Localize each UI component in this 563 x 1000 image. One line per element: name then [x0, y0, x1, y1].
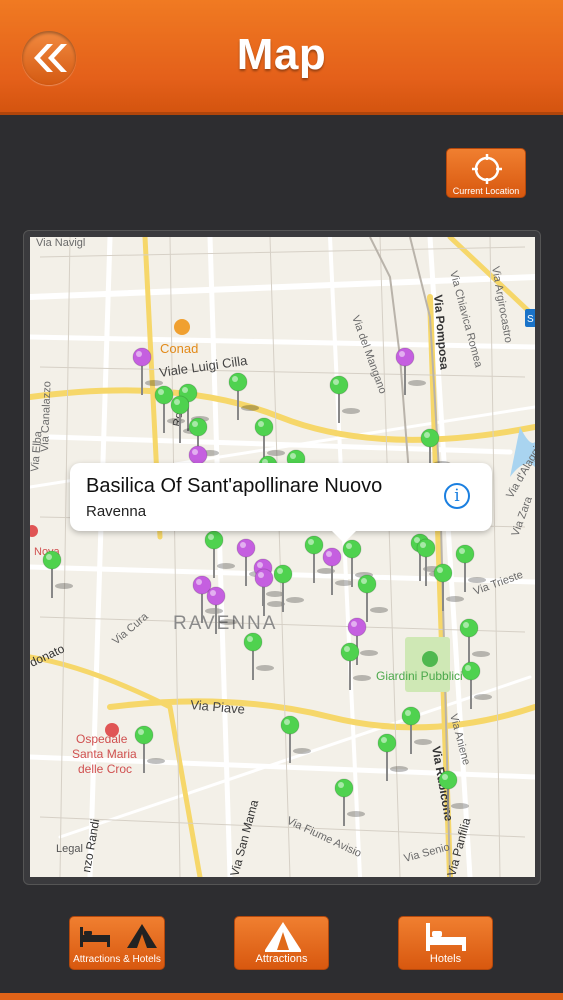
road-label: Via Cura: [110, 610, 151, 647]
current-location-label: Current Location: [452, 186, 520, 196]
map-view[interactable]: Via Navigl Conad Viale Luigi Cilla Rossi…: [30, 237, 535, 877]
map-pin[interactable]: [228, 372, 259, 420]
page-title: Map: [236, 30, 327, 79]
legal-link[interactable]: Legal: [56, 843, 83, 855]
hospital-icon: [105, 723, 119, 737]
poi-label: Giardini Pubblici: [376, 669, 463, 683]
tab-hotels[interactable]: Hotels: [398, 916, 493, 970]
callout-title: Basilica Of Sant'apollinare Nuovo: [86, 475, 383, 497]
map-pin[interactable]: [401, 706, 432, 754]
bottom-bar: [0, 993, 563, 1000]
tab-label: Hotels: [429, 953, 462, 965]
header-bar: Map: [0, 0, 563, 115]
road-label: Via Elba: [30, 430, 45, 473]
poi-label: Santa Maria: [72, 747, 137, 761]
map-pin[interactable]: [42, 550, 73, 598]
road-label: Via Senio: [403, 841, 451, 865]
route-sign-label: S: [527, 314, 534, 325]
poi-label: Ospedale: [76, 732, 128, 746]
hospital-icon: [30, 525, 38, 537]
map-pin[interactable]: [334, 778, 365, 826]
callout-subtitle: Ravenna: [86, 503, 147, 520]
info-icon[interactable]: i: [444, 483, 470, 509]
poi-label: Conad: [160, 341, 198, 356]
bed-icon: [80, 927, 110, 947]
map-pin[interactable]: [461, 661, 492, 709]
tab-attractions-and-hotels[interactable]: Attractions & Hotels: [69, 916, 165, 970]
crosshair-icon: [472, 154, 502, 184]
tab-attractions[interactable]: Attractions: [234, 916, 329, 970]
tab-label: Attractions: [255, 953, 308, 965]
tent-icon: [127, 924, 157, 948]
current-location-button[interactable]: Current Location: [446, 148, 526, 198]
road-label: Via Fiume Avisio: [285, 815, 363, 860]
map-pin[interactable]: [329, 375, 360, 423]
poi-label: delle Croc: [78, 762, 132, 776]
road-label: Via Navigl: [36, 237, 85, 249]
tab-label: Attractions & Hotels: [73, 954, 161, 965]
road-label: Via San Mama: [227, 798, 261, 877]
tent-icon: [265, 922, 301, 952]
map-pin[interactable]: [459, 618, 490, 666]
map-pin[interactable]: [340, 642, 371, 690]
map-pin[interactable]: [243, 632, 274, 680]
shopping-cart-icon: [174, 319, 190, 335]
map-pin[interactable]: [357, 574, 388, 622]
map-canvas[interactable]: Via Navigl Conad Viale Luigi Cilla Rossi…: [30, 237, 535, 877]
map-pin[interactable]: [134, 725, 165, 773]
map-callout[interactable]: Basilica Of Sant'apollinare Nuovo Ravenn…: [70, 463, 492, 543]
bed-icon: [426, 923, 466, 951]
road-label: Via Chiavica Romea: [447, 270, 485, 370]
tree-icon: [422, 651, 438, 667]
